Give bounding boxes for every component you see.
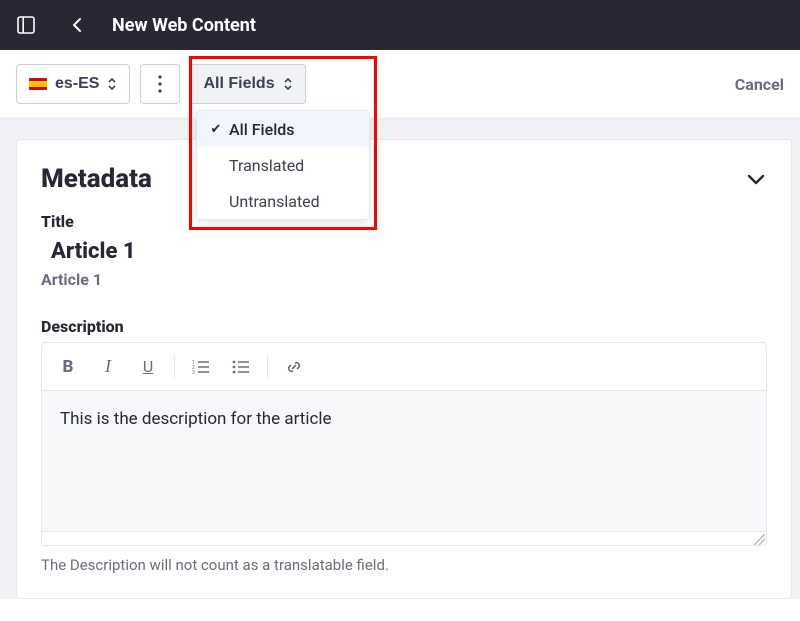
more-actions-button[interactable] xyxy=(140,64,180,104)
panel-heading: Metadata xyxy=(41,164,152,194)
resize-handle[interactable] xyxy=(753,533,765,545)
dropdown-item-translated[interactable]: Translated xyxy=(197,147,369,183)
back-icon[interactable] xyxy=(60,7,96,43)
dropdown-item-all-fields[interactable]: ✔ All Fields xyxy=(197,111,369,147)
description-label: Description xyxy=(41,317,767,336)
italic-button[interactable]: I xyxy=(90,349,126,385)
check-icon: ✔ xyxy=(207,122,225,137)
title-value-secondary: Article 1 xyxy=(41,270,767,289)
fields-filter-button[interactable]: All Fields xyxy=(190,64,305,104)
link-button[interactable] xyxy=(276,349,312,385)
fields-filter-label: All Fields xyxy=(203,75,274,93)
description-textarea[interactable]: This is the description for the article xyxy=(42,391,766,531)
fields-filter-dropdown: ✔ All Fields Translated Untranslated xyxy=(196,110,370,220)
title-value-primary: Article 1 xyxy=(51,239,767,264)
toolbar-divider xyxy=(267,355,268,379)
locale-label: es-ES xyxy=(55,75,99,93)
dropdown-item-untranslated[interactable]: Untranslated xyxy=(197,183,369,219)
metadata-panel: Metadata Title Article 1 Article 1 Descr… xyxy=(16,139,792,599)
locale-selector[interactable]: es-ES xyxy=(16,64,130,104)
content-area: Metadata Title Article 1 Article 1 Descr… xyxy=(0,119,800,599)
topbar: New Web Content xyxy=(0,0,800,50)
description-editor: B I U 123 This is the description for th… xyxy=(41,342,767,546)
bold-button[interactable]: B xyxy=(50,349,86,385)
dropdown-item-label: Translated xyxy=(229,156,304,175)
editor-footer xyxy=(42,531,766,545)
dropdown-item-label: Untranslated xyxy=(229,192,320,211)
kebab-icon xyxy=(158,75,162,93)
svg-text:3: 3 xyxy=(192,370,195,376)
sort-icon xyxy=(283,77,293,91)
ordered-list-button[interactable]: 123 xyxy=(183,349,219,385)
flag-es-icon xyxy=(29,78,47,90)
dropdown-item-label: All Fields xyxy=(229,120,295,139)
title-label: Title xyxy=(41,212,767,231)
sidebar-toggle-icon[interactable] xyxy=(8,7,44,43)
toolbar: es-ES All Fields Cancel ✔ All Fields Tra… xyxy=(0,50,800,119)
editor-toolbar: B I U 123 xyxy=(42,343,766,391)
description-helper: The Description will not count as a tran… xyxy=(41,556,767,574)
underline-button[interactable]: U xyxy=(130,349,166,385)
cancel-button[interactable]: Cancel xyxy=(735,75,784,94)
chevron-down-icon xyxy=(745,168,767,190)
page-title: New Web Content xyxy=(112,15,256,36)
sort-icon xyxy=(107,77,117,91)
panel-header[interactable]: Metadata xyxy=(41,164,767,194)
unordered-list-button[interactable] xyxy=(223,349,259,385)
toolbar-divider xyxy=(174,355,175,379)
